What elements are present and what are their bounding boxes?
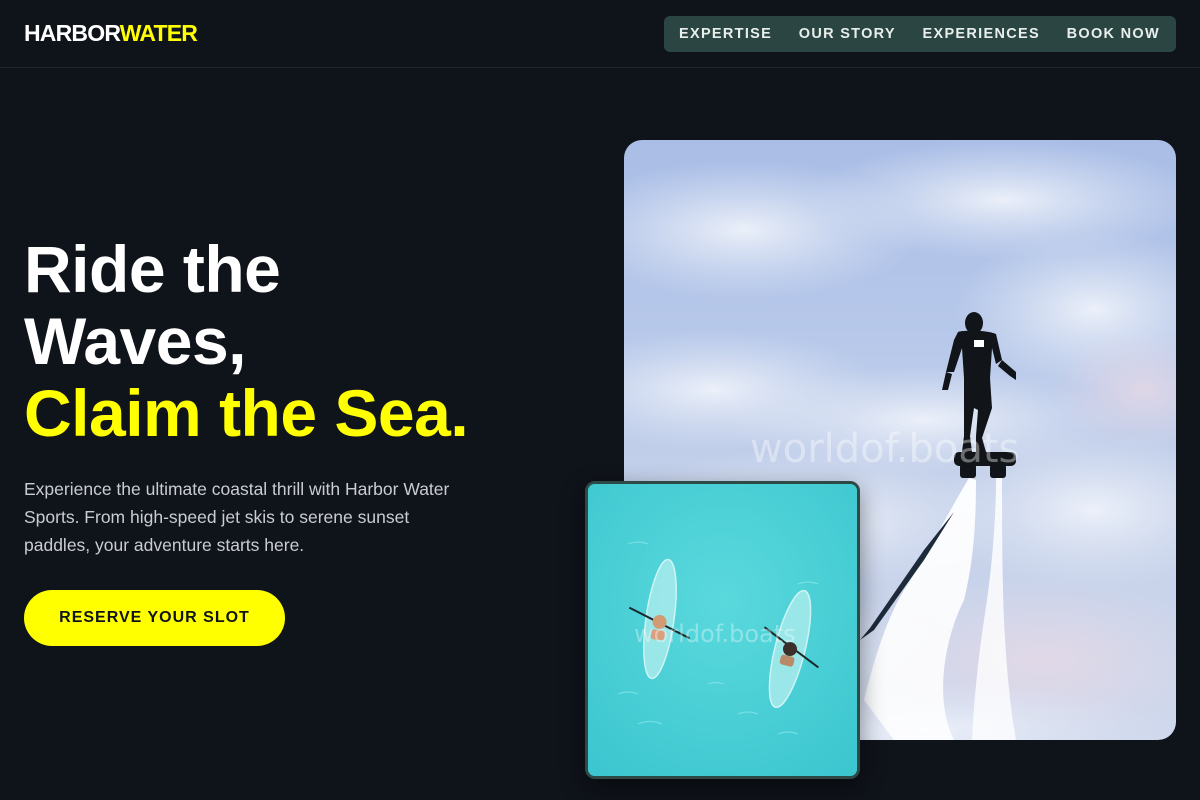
landing-page: HARBORWATER EXPERTISE OUR STORY EXPERIEN… <box>0 0 1200 800</box>
headline-line-1: Ride the <box>24 232 281 306</box>
hero-description: Experience the ultimate coastal thrill w… <box>24 479 450 555</box>
kayak-photo: worldof.boats <box>585 481 860 779</box>
headline-line-2: Waves, <box>24 304 247 378</box>
watermark-main: worldof.boats <box>750 426 1020 472</box>
hero-headline: Ride the Waves, Claim the Sea. <box>24 232 469 450</box>
nav-item-expertise[interactable]: EXPERTISE <box>679 26 772 42</box>
brand-name-part1: HARBOR <box>24 20 121 46</box>
brand-logo[interactable]: HARBORWATER <box>24 20 198 46</box>
site-header: HARBORWATER EXPERTISE OUR STORY EXPERIEN… <box>0 0 1200 68</box>
nav-item-experiences[interactable]: EXPERIENCES <box>923 26 1040 42</box>
brand-name-part2: WATER <box>119 20 198 46</box>
headline-accent: Claim the Sea. <box>24 376 469 450</box>
reserve-slot-button[interactable]: RESERVE YOUR SLOT <box>24 590 285 646</box>
nav-item-our-story[interactable]: OUR STORY <box>799 26 896 42</box>
main-nav: EXPERTISE OUR STORY EXPERIENCES BOOK NOW <box>664 16 1176 52</box>
nav-item-book-now[interactable]: BOOK NOW <box>1067 26 1160 42</box>
watermark-inset: worldof.boats <box>634 620 796 648</box>
